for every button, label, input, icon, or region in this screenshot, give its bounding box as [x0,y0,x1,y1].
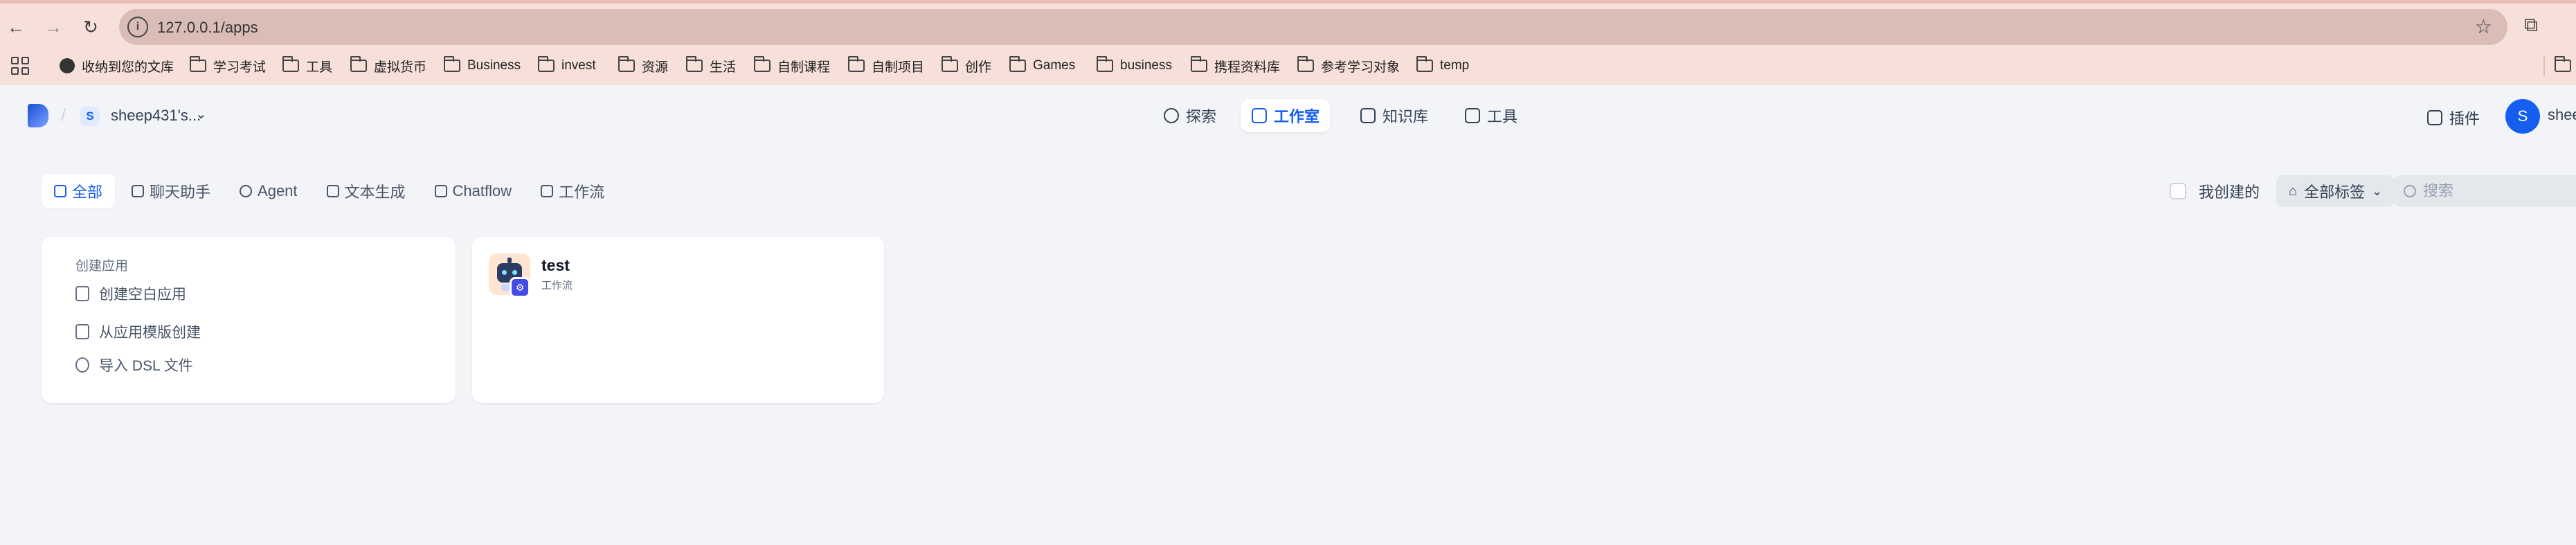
folder-icon [1190,56,1207,72]
tab-chat-assistant[interactable]: 聊天助手 [119,174,223,208]
bookmark-item[interactable]: invest [537,55,596,76]
workflow-badge-icon: ⚙ [510,277,530,298]
workflow-icon [541,185,554,197]
bookmark-item[interactable]: 参考学习对象 [1297,55,1400,76]
tag-filter-select[interactable]: ⌂ 全部标签 ⌄ [2276,175,2395,207]
chevron-down-icon: ⌄ [2372,184,2383,198]
folder-icon [282,56,299,72]
site-info-icon[interactable]: i [127,17,148,37]
tab-text-generation[interactable]: 文本生成 [314,174,418,208]
folder-icon [753,56,771,72]
workspace-name[interactable]: sheep431's... [111,107,201,125]
app-type-label: 工作流 [541,280,573,292]
back-icon[interactable]: ← [3,14,29,40]
header-divider: / [61,105,66,125]
import-dsl-button[interactable]: 导入 DSL 文件 [75,354,193,376]
folder-icon [618,56,635,72]
nav-tools[interactable]: 工具 [1454,99,1529,132]
compass-icon [1164,108,1179,123]
bookmark-item[interactable]: 资源 [618,55,668,76]
template-icon [75,324,89,339]
folder-icon [1297,56,1314,72]
cube-icon [2427,110,2442,125]
bookmark-item[interactable]: 自制课程 [753,55,830,76]
bookmarks-overflow-divider [2543,55,2576,76]
address-bar[interactable]: i 127.0.0.1/apps ☆ [119,9,2507,45]
user-avatar[interactable]: S [2505,99,2540,134]
chat-bubble-icon [132,185,145,197]
folder-icon [1009,56,1026,72]
forward-icon[interactable]: → [40,14,66,40]
create-from-template-button[interactable]: 从应用模版创建 [75,321,201,343]
bookmark-item[interactable]: 学习考试 [189,55,266,76]
user-name[interactable]: sheep [2548,106,2576,124]
search-box[interactable] [2394,175,2576,207]
search-input[interactable] [2423,182,2575,200]
folder-icon [1096,56,1113,72]
folder-icon [443,56,460,72]
tab-all[interactable]: 全部 [42,174,116,208]
text-file-icon [326,185,339,197]
created-by-me-checkbox[interactable] [2170,183,2186,199]
folder-icon [189,56,206,72]
search-icon [2404,185,2416,197]
grid-icon [54,185,66,197]
nav-explore[interactable]: 探索 [1153,99,1227,132]
folder-icon [685,56,703,72]
workspace-avatar[interactable]: S [80,107,100,126]
bookmark-item[interactable]: 收纳到您的文库 [60,55,174,76]
url-text[interactable]: 127.0.0.1/apps [157,19,258,37]
bookmark-item[interactable]: 携程资料库 [1190,55,1280,76]
tab-chatflow[interactable]: Chatflow [422,174,525,208]
app-name: test [541,256,570,274]
nav-studio[interactable]: 工作室 [1241,99,1331,132]
tag-icon: ⌂ [2289,183,2298,199]
bookmark-item[interactable]: 生活 [685,55,736,76]
bookmark-item[interactable]: 工具 [282,55,332,76]
bookmark-item[interactable]: 创作 [941,55,991,76]
chevron-down-icon[interactable]: ⌄ [195,105,207,123]
create-app-title: 创建应用 [75,259,129,274]
folder-icon[interactable] [2554,56,2571,72]
bookmarks-bar: 收纳到您的文库 学习考试 工具 虚拟货币 Business invest 资源 … [0,53,2576,80]
bookmark-item[interactable]: Business [443,55,521,76]
hammer-icon [1465,108,1480,123]
apps-grid-icon[interactable] [11,57,29,75]
reload-icon[interactable]: ↻ [78,14,104,40]
robot-icon [1252,108,1267,123]
folder-icon [941,56,958,72]
created-by-me-label[interactable]: 我创建的 [2199,180,2260,202]
bookmark-star-icon[interactable]: ☆ [2475,15,2492,38]
extensions-icon[interactable]: ⧉ [2524,14,2538,37]
app-type-tabs: 全部 聊天助手 Agent 文本生成 Chatflow 工作流 [42,174,617,208]
folder-icon [847,56,865,72]
browser-chrome: ← → ↻ i 127.0.0.1/apps ☆ ⧉ 收纳到您的文库 学习考试 … [0,0,2576,85]
dify-logo[interactable] [28,104,48,127]
right-filters: 我创建的 ⌂ 全部标签 ⌄ [2170,174,2395,208]
app-header: / S sheep431's... ⌄ 探索 工作室 知识库 工具 插件 S s… [0,85,2576,148]
tab-workflow[interactable]: 工作流 [528,174,617,208]
bookmark-item[interactable]: business [1096,55,1172,76]
globe-icon [60,58,75,73]
nav-knowledge[interactable]: 知识库 [1349,99,1439,132]
app-card[interactable]: ⚙ test 工作流 [472,237,884,403]
bookmark-item[interactable]: Games [1009,55,1075,76]
create-app-card: 创建应用 创建空白应用 从应用模版创建 导入 DSL 文件 [42,237,456,403]
agent-icon [240,185,253,197]
folder-icon [350,56,367,72]
create-blank-app-button[interactable]: 创建空白应用 [75,283,186,305]
bookmark-item[interactable]: temp [1416,55,1469,76]
folder-icon [537,56,555,72]
chatflow-icon [434,185,447,197]
tab-agent[interactable]: Agent [227,174,310,208]
bookmark-item[interactable]: 虚拟货币 [350,55,426,76]
book-icon [1360,108,1376,123]
tab-strip-edge [0,0,2576,3]
import-icon [75,357,89,373]
new-file-icon [75,286,89,301]
plugins-button[interactable]: 插件 [2427,107,2480,129]
folder-icon [1416,56,1433,72]
bookmark-item[interactable]: 自制项目 [847,55,924,76]
